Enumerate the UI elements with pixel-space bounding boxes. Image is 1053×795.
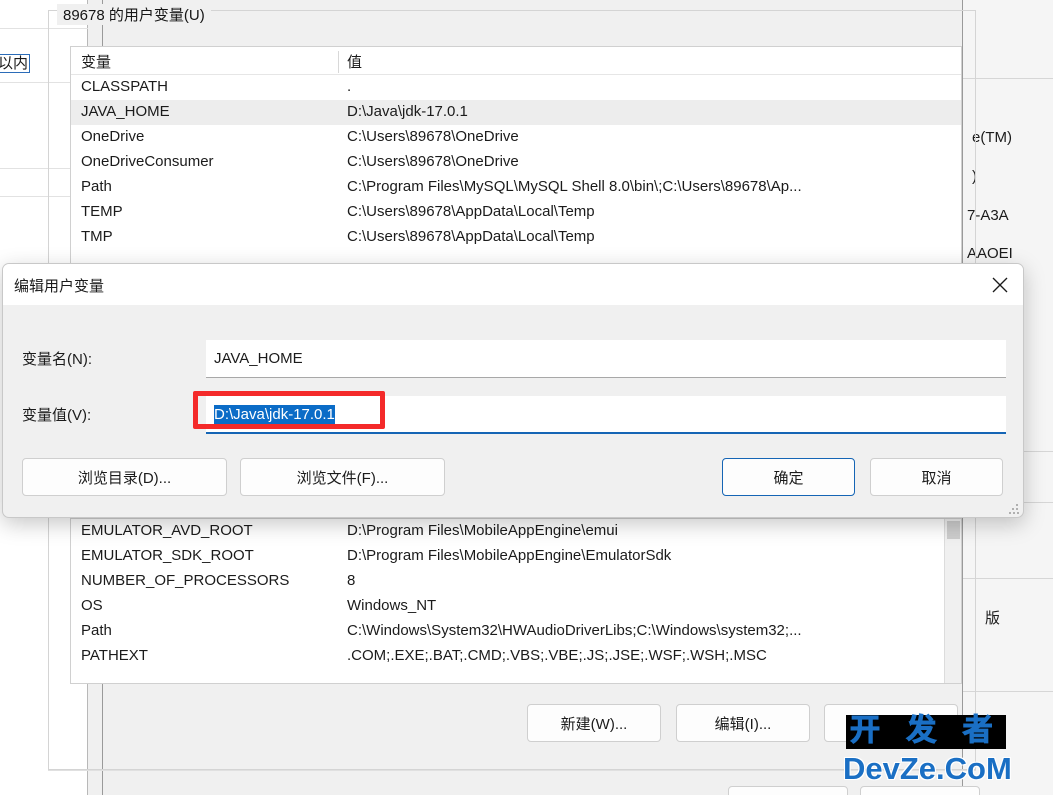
cell-variable-name: OneDriveConsumer: [81, 153, 214, 170]
cell-variable-name: EMULATOR_AVD_ROOT: [81, 522, 253, 539]
table-row[interactable]: JAVA_HOME D:\Java\jdk-17.0.1: [71, 100, 961, 125]
dialog-titlebar: 编辑用户变量: [3, 264, 1023, 305]
variable-name-input[interactable]: JAVA_HOME: [206, 340, 1006, 378]
cell-variable-value: C:\Users\89678\AppData\Local\Temp: [347, 228, 595, 245]
variable-name-label: 变量名(N):: [22, 351, 92, 368]
cell-variable-name: PATHEXT: [81, 647, 148, 664]
column-header-value[interactable]: 值: [347, 51, 947, 72]
variable-value-label: 变量值(V):: [22, 407, 92, 424]
cell-variable-name: CLASSPATH: [81, 78, 168, 95]
cell-variable-name: Path: [81, 622, 112, 639]
cell-variable-name: OneDrive: [81, 128, 145, 145]
user-variables-listview[interactable]: 变量 值 CLASSPATH . JAVA_HOME D:\Java\jdk-1…: [70, 46, 962, 268]
table-row[interactable]: EMULATOR_SDK_ROOT D:\Program Files\Mobil…: [71, 544, 961, 569]
cell-variable-value: C:\Users\89678\OneDrive: [347, 153, 519, 170]
table-row[interactable]: Path C:\Program Files\MySQL\MySQL Shell …: [71, 175, 961, 200]
cell-variable-value: C:\Users\89678\AppData\Local\Temp: [347, 203, 595, 220]
resize-grip-icon[interactable]: [1009, 504, 1019, 514]
cell-variable-value: C:\Users\89678\OneDrive: [347, 128, 519, 145]
variable-name-input-text: JAVA_HOME: [214, 350, 303, 367]
cell-variable-name: JAVA_HOME: [81, 103, 170, 120]
variable-value-input-text: D:\Java\jdk-17.0.1: [214, 405, 335, 424]
delete-variable-button[interactable]: 删除(I ): [824, 704, 958, 742]
dialog-title: 编辑用户变量: [14, 278, 105, 295]
edit-variable-button[interactable]: 编辑(I)...: [676, 704, 810, 742]
listview-header: 变量 值: [71, 47, 961, 75]
right-text-fragment-0: e(TM): [972, 129, 1012, 146]
selected-text: D:\Java\jdk-17.0.1: [214, 405, 335, 424]
browse-directory-button[interactable]: 浏览目录(D)...: [22, 458, 227, 496]
variable-value-input[interactable]: D:\Java\jdk-17.0.1: [206, 396, 1006, 434]
scrollbar-thumb[interactable]: [947, 521, 960, 539]
left-text-fragment: 以内: [0, 52, 31, 73]
right-text-fragment-8: ).: [989, 730, 999, 747]
window-divider: [48, 770, 976, 771]
window-ok-button[interactable]: 确定: [728, 786, 848, 795]
cell-variable-value: .COM;.EXE;.BAT;.CMD;.VBS;.VBE;.JS;.JSE;.…: [347, 647, 767, 664]
cell-variable-name: NUMBER_OF_PROCESSORS: [81, 572, 290, 589]
cell-variable-value: C:\Windows\System32\HWAudioDriverLibs;C:…: [347, 622, 802, 639]
close-icon[interactable]: [977, 264, 1023, 305]
window-cancel-button[interactable]: 取消: [860, 786, 980, 795]
table-row[interactable]: OneDriveConsumer C:\Users\89678\OneDrive: [71, 150, 961, 175]
cell-variable-value: .: [347, 78, 352, 95]
cell-variable-value: D:\Java\jdk-17.0.1: [347, 103, 468, 120]
cell-variable-name: Path: [81, 178, 112, 195]
cell-variable-name: OS: [81, 597, 103, 614]
column-separator[interactable]: [338, 51, 339, 73]
cell-variable-name: EMULATOR_SDK_ROOT: [81, 547, 254, 564]
table-row[interactable]: OneDrive C:\Users\89678\OneDrive: [71, 125, 961, 150]
new-variable-button[interactable]: 新建(W)...: [527, 704, 661, 742]
cell-variable-name: TEMP: [81, 203, 123, 220]
dialog-ok-button[interactable]: 确定: [722, 458, 855, 496]
table-row[interactable]: TEMP C:\Users\89678\AppData\Local\Temp: [71, 200, 961, 225]
table-row[interactable]: EMULATOR_AVD_ROOT D:\Program Files\Mobil…: [71, 519, 961, 544]
table-row[interactable]: TMP C:\Users\89678\AppData\Local\Temp: [71, 225, 961, 250]
browse-file-button[interactable]: 浏览文件(F)...: [240, 458, 445, 496]
cell-variable-value: Windows_NT: [347, 597, 437, 614]
screenshot-root: 以内 e(TM) ) 7-A3A AAOEI 的 持 设置 版 ). 89678…: [0, 0, 1053, 795]
cell-variable-value: 8: [347, 572, 356, 589]
system-variables-listview[interactable]: EMULATOR_AVD_ROOT D:\Program Files\Mobil…: [70, 518, 962, 684]
right-text-fragment-7: 版: [985, 610, 1001, 627]
cell-variable-value: C:\Program Files\MySQL\MySQL Shell 8.0\b…: [347, 178, 802, 195]
cell-variable-value: D:\Program Files\MobileAppEngine\emui: [347, 522, 618, 539]
cell-variable-name: TMP: [81, 228, 113, 245]
table-row[interactable]: PATHEXT .COM;.EXE;.BAT;.CMD;.VBS;.VBE;.J…: [71, 644, 961, 669]
dialog-cancel-button[interactable]: 取消: [870, 458, 1003, 496]
table-row[interactable]: Path C:\Windows\System32\HWAudioDriverLi…: [71, 619, 961, 644]
cell-variable-value: D:\Program Files\MobileAppEngine\Emulato…: [347, 547, 672, 564]
column-header-variable[interactable]: 变量: [81, 51, 339, 72]
table-row[interactable]: NUMBER_OF_PROCESSORS 8: [71, 569, 961, 594]
listview-scrollbar[interactable]: [944, 519, 961, 683]
table-row[interactable]: CLASSPATH .: [71, 75, 961, 100]
table-row[interactable]: OS Windows_NT: [71, 594, 961, 619]
user-variables-group-title: 89678 的用户变量(U): [57, 4, 211, 25]
